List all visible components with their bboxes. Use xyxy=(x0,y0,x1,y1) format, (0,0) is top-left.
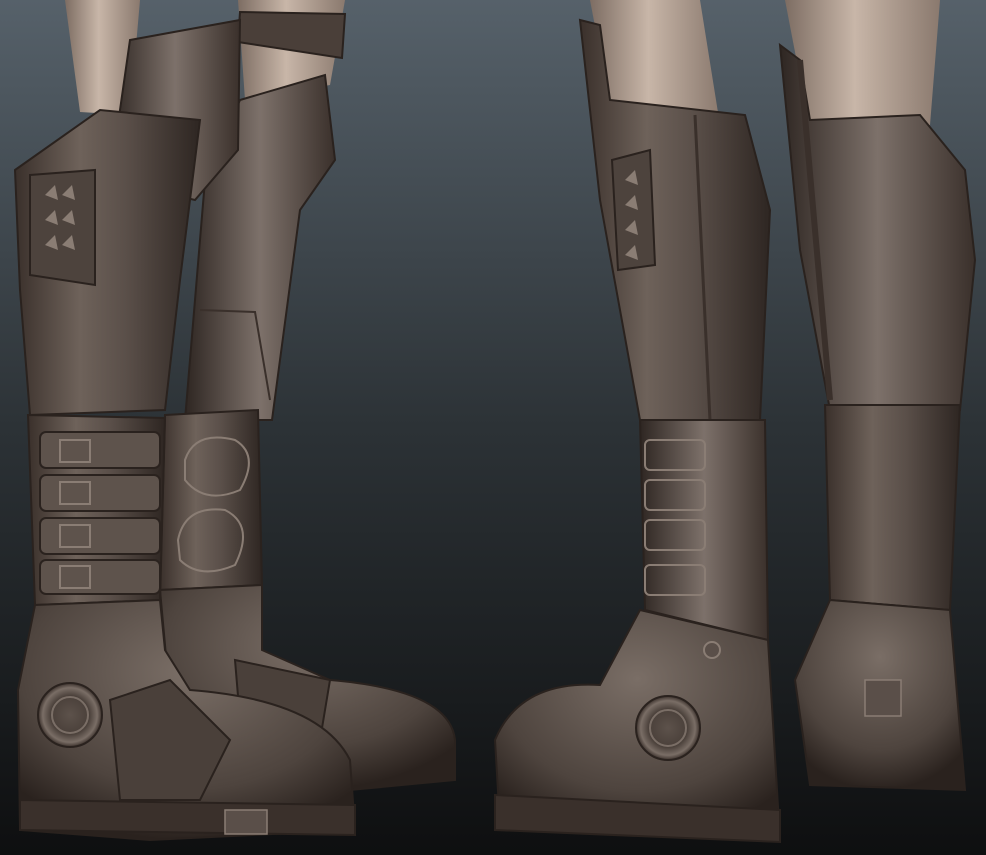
rear-ankle-disc xyxy=(635,695,701,761)
zbrush-viewport xyxy=(0,0,986,855)
ankle-disc xyxy=(37,682,103,748)
front-boot-sole xyxy=(19,798,356,837)
heel-plate xyxy=(864,679,902,717)
sole-plate xyxy=(224,809,268,835)
spike-panel xyxy=(29,168,96,287)
render-canvas xyxy=(0,0,986,855)
rear-right-boot-cuff xyxy=(823,404,962,612)
rivet xyxy=(703,641,721,659)
